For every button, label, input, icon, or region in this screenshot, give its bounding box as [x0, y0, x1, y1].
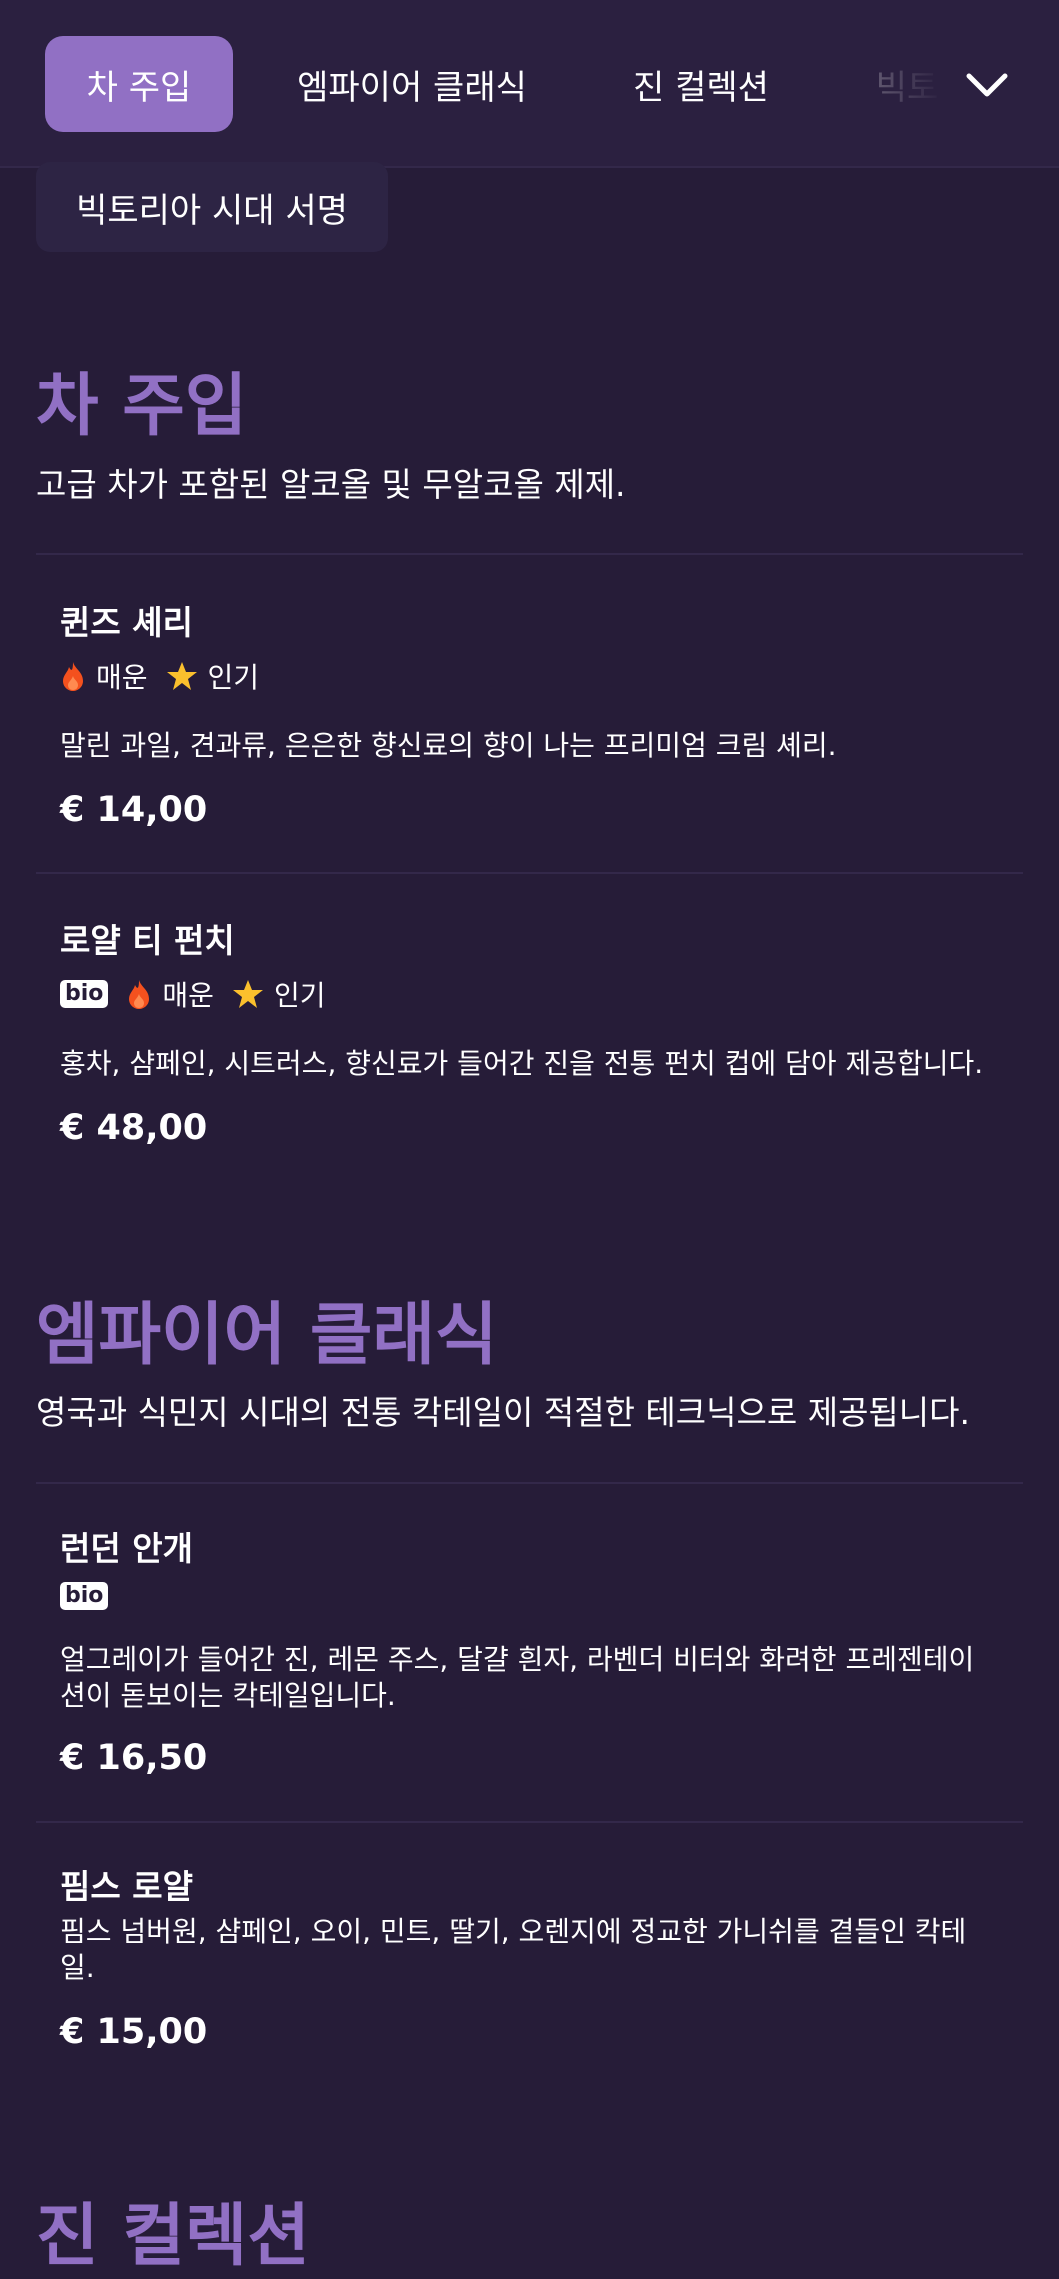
item-price: € 14,00: [60, 790, 208, 830]
item-name: 퀸즈 셰리: [60, 603, 193, 642]
item-description: 핌스 넘버원, 샴페인, 오이, 민트, 딸기, 오렌지에 정교한 가니쉬를 곁…: [60, 1915, 967, 1984]
tab-victorian-signatures-wrapped[interactable]: 빅토리아 시대 서명: [36, 162, 388, 252]
flame-icon: [129, 980, 150, 1009]
tag-popular-label: 인기: [207, 661, 260, 694]
bio-badge: bio: [60, 1582, 109, 1610]
divider: [36, 553, 1023, 555]
tab-tea-infusions[interactable]: 차 주입: [45, 36, 233, 132]
item-tags: bio: [60, 1578, 126, 1614]
star-icon: [232, 980, 263, 1008]
star-icon: [166, 662, 197, 690]
section-title: 차 주입: [36, 367, 248, 446]
divider: [36, 1482, 1023, 1484]
tab-gin-collection[interactable]: 진 컬렉션: [622, 36, 780, 132]
section-description: 영국과 식민지 시대의 전통 칵테일이 적절한 테크닉으로 제공됩니다.: [36, 1393, 970, 1432]
item-tags: 매운 인기: [60, 658, 277, 694]
item-price: € 16,50: [60, 1738, 208, 1778]
tag-popular: 인기: [166, 656, 260, 696]
flame-icon: [63, 662, 83, 691]
chevron-down-icon[interactable]: [965, 64, 1009, 104]
tag-spicy: 매운: [60, 656, 148, 696]
item-description: 말린 과일, 견과류, 은은한 향신료의 향이 나는 프리미엄 크림 셰리.: [60, 729, 837, 762]
tag-spicy-label: 매운: [162, 979, 214, 1012]
item-name: 핌스 로얄: [60, 1867, 193, 1906]
item-price: € 48,00: [60, 1108, 208, 1148]
category-nav: 차 주입 엠파이어 클래식 진 컬렉션 빅토: [0, 0, 1059, 168]
item-tags: bio 매운 인기: [60, 976, 343, 1012]
tag-popular-label: 인기: [273, 979, 326, 1012]
section-title: 진 컬렉션: [36, 2197, 310, 2276]
bio-badge: bio: [60, 980, 109, 1008]
nav-expand-area: [849, 20, 1059, 148]
section-title: 엠파이어 클래식: [36, 1296, 498, 1375]
tag-popular: 인기: [232, 974, 326, 1014]
item-price: € 15,00: [60, 2012, 208, 2052]
item-description: 홍차, 샴페인, 시트러스, 향신료가 들어간 진을 전통 펀치 컵에 담아 제…: [60, 1047, 984, 1080]
divider: [36, 1821, 1023, 1823]
tag-spicy-label: 매운: [96, 661, 148, 694]
tag-spicy: 매운: [126, 974, 214, 1014]
item-name: 로얄 티 펀치: [60, 921, 235, 960]
section-description: 고급 차가 포함된 알코올 및 무알코올 제제.: [36, 465, 626, 504]
item-description: 얼그레이가 들어간 진, 레몬 주스, 달걀 흰자, 라벤더 비터와 화려한 프…: [60, 1643, 975, 1712]
tab-empire-classics[interactable]: 엠파이어 클래식: [288, 36, 536, 132]
divider: [36, 872, 1023, 874]
item-name: 런던 안개: [60, 1529, 193, 1568]
